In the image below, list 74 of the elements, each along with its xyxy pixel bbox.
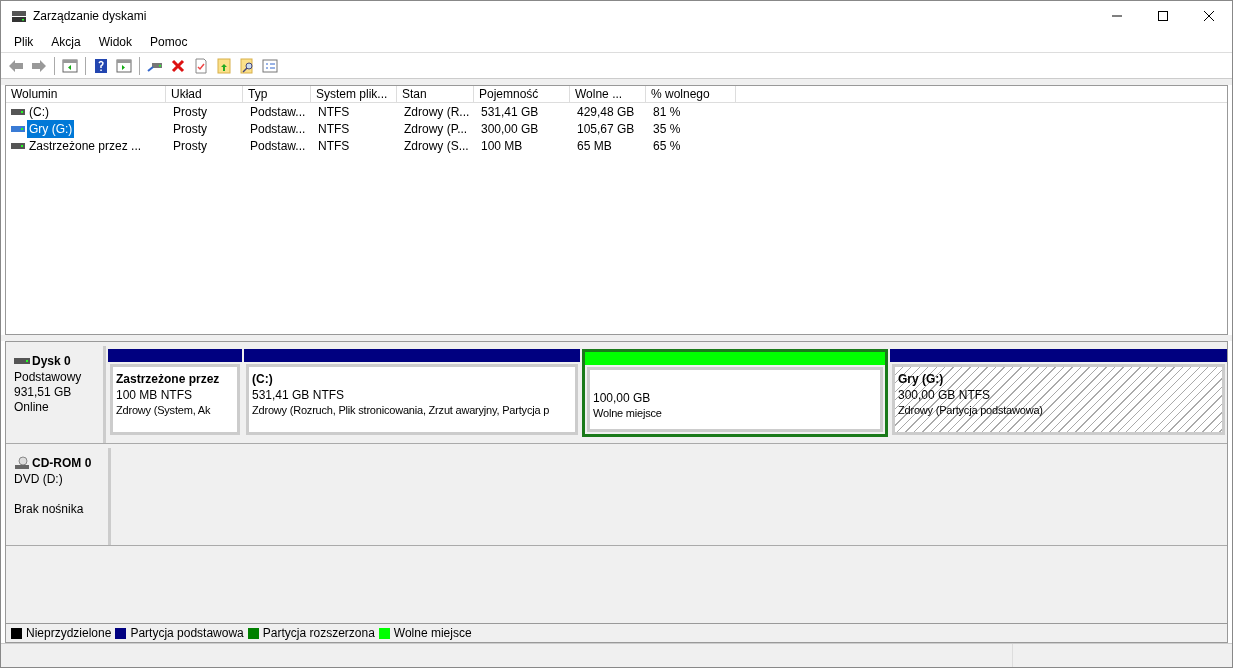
volume-row[interactable]: Gry (G:) Prosty Podstaw... NTFS Zdrowy (P... 300,00 GB 105,67 GB 35 % [6,120,1227,137]
column-header[interactable]: % wolnego [646,86,736,102]
table-cell-text: 65 % [652,137,682,155]
partition-status: Zdrowy (Partycja podstawowa) [898,403,1044,418]
partition-block[interactable]: Zastrzeżone przez 100 MB NTFS Zdrowy (System, Ak [108,349,242,437]
window-title: Zarządzanie dyskami [33,8,147,25]
disk-name: CD-ROM 0 [32,455,92,472]
table-cell-text: Prosty [172,120,208,138]
partition-size: 100,00 GB [593,390,652,405]
partition-size: 531,41 GB NTFS [252,387,346,402]
table-cell-text: Zdrowy (R... [403,103,471,121]
partition-status: Zdrowy (Rozruch, Plik stronicowania, Zrzut awaryjny, Partycja p [252,403,551,418]
menu-item[interactable]: Plik [7,32,41,51]
table-cell-text: 429,48 GB [576,103,636,121]
disk-detail: Podstawowy [14,370,83,385]
partition-name: Zastrzeżone przez [116,371,221,386]
partition-block[interactable]: 100,00 GB Wolne miejsce [582,349,888,437]
table-cell: Gry (G:) [27,119,75,138]
table-cell-text: Podstaw... [249,137,307,155]
menu-item[interactable]: Widok [91,32,140,51]
table-cell-text: Zdrowy (P... [403,120,469,138]
table-cell-text: Zdrowy (S... [403,137,470,155]
table-cell-text: (C:) [28,103,50,121]
column-header[interactable]: Pojemność [474,86,570,102]
partition-size: 300,00 GB NTFS [898,387,992,402]
partition-status: Wolne miejsce [593,406,663,421]
table-cell-text: Podstaw... [249,120,307,138]
table-cell-text: 300,00 GB [480,120,540,138]
column-header[interactable]: Typ [243,86,311,102]
partition-block[interactable]: Gry (G:) 300,00 GB NTFS Zdrowy (Partycja podstawowa) [890,349,1227,437]
menu-item[interactable]: Pomoc [143,32,195,51]
table-cell-text: 81 % [652,103,682,121]
column-header[interactable]: Wolumin [6,86,166,102]
drive-icon [11,107,25,116]
table-cell-text: Zastrzeżone przez ... [28,137,143,155]
close-icon [1204,11,1214,21]
table-cell-text: Prosty [172,137,208,155]
drive-icon [11,124,25,133]
drive-icon [11,141,25,150]
volume-row[interactable]: (C:) Prosty Podstaw... NTFS Zdrowy (R... 531,41 GB 429,48 GB 81 % [6,103,1227,120]
column-header[interactable]: System plik... [311,86,397,102]
disk-detail: DVD (D:) [14,472,64,487]
partition-name: Gry (G:) [898,371,945,386]
disk-detail: Brak nośnika [14,502,85,517]
table-cell-text: NTFS [317,103,351,121]
drive-icon [14,357,30,365]
partition-block[interactable]: (C:) 531,41 GB NTFS Zdrowy (Rozruch, Plik stronicowania, Zrzut awaryjny, Partycja p [244,349,580,437]
legend-label: Partycja podstawowa [130,625,244,642]
disk-name: Dysk 0 [32,353,71,370]
disk-detail: Online [14,400,50,415]
partition-size: 100 MB NTFS [116,387,194,402]
maximize-icon [1158,11,1168,21]
table-cell-text: 531,41 GB [480,103,540,121]
partition-status: Zdrowy (System, Ak [116,403,212,418]
legend-label: Wolne miejsce [393,625,472,642]
legend-label: Partycja rozszerzona [262,625,375,642]
table-cell-text: NTFS [317,120,351,138]
legend-label: Nieprzydzielone [26,625,112,642]
column-header[interactable]: Układ [166,86,243,102]
table-cell-text: 65 MB [576,137,613,155]
disk-detail: 931,51 GB [14,385,73,400]
partition-name: (C:) [252,371,274,386]
table-cell-text: NTFS [317,137,351,155]
table-cell-text: Prosty [172,103,208,121]
table-cell-text: 100 MB [480,137,524,155]
disk-management-icon [11,9,27,23]
menu-item[interactable]: Akcja [44,32,88,51]
column-header[interactable]: Stan [397,86,474,102]
cd-drive-icon [14,456,30,470]
table-cell-text: Podstaw... [249,103,307,121]
table-cell-text: 35 % [652,120,682,138]
table-cell-text: 105,67 GB [576,120,636,138]
column-header[interactable]: Wolne ... [570,86,646,102]
volume-row[interactable]: Zastrzeżone przez ... Prosty Podstaw... NTFS Zdrowy (S... 100 MB 65 MB 65 % [6,137,1227,154]
